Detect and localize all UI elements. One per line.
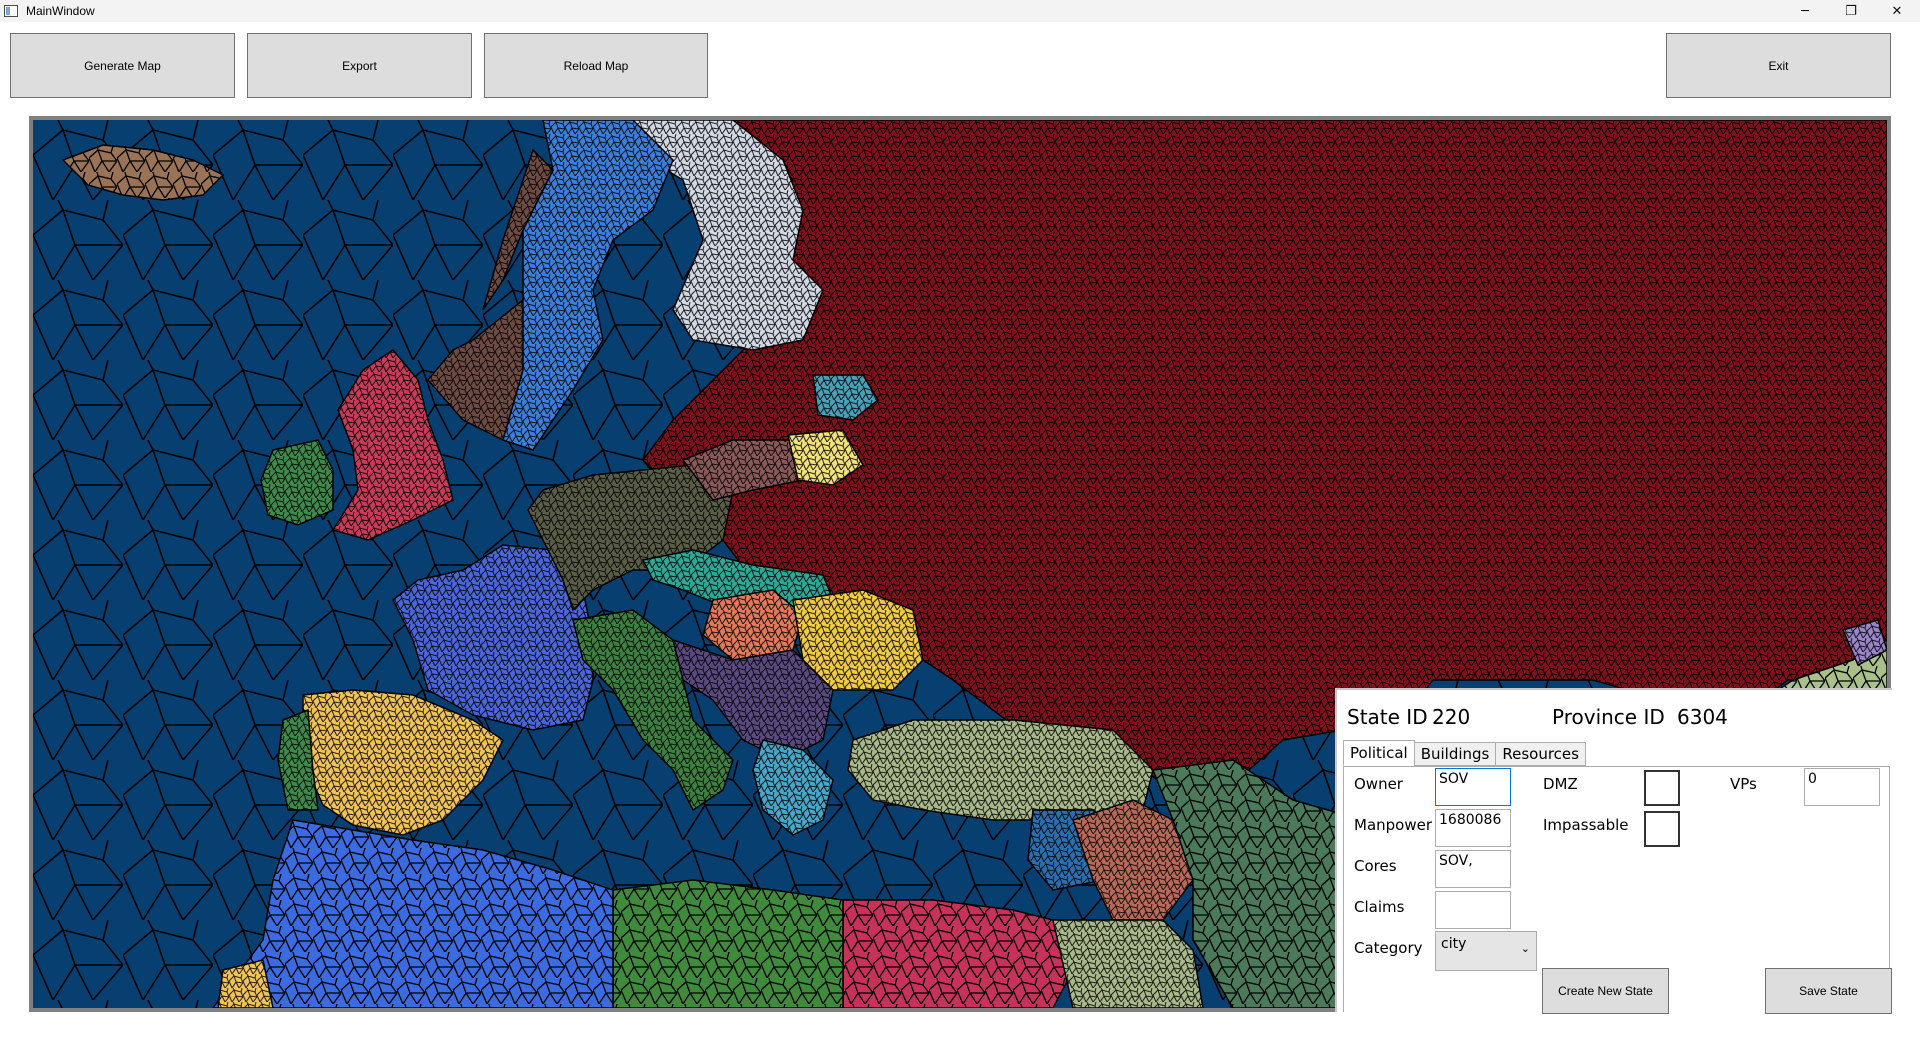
category-label: Category (1354, 939, 1423, 957)
state-id-label: State ID (1347, 705, 1428, 729)
dmz-checkbox[interactable] (1644, 770, 1680, 806)
province-id-value: 6304 (1677, 705, 1728, 729)
app-icon (4, 5, 18, 17)
category-selected-value: city (1441, 936, 1467, 952)
window-controls: ─ ❐ ✕ (1782, 0, 1920, 22)
owner-label: Owner (1354, 775, 1403, 793)
impassable-label: Impassable (1543, 816, 1629, 834)
region-arabia[interactable] (842, 899, 1074, 1008)
impassable-checkbox[interactable] (1644, 811, 1680, 847)
manpower-input[interactable]: 1680086 (1435, 809, 1511, 847)
claims-input[interactable] (1435, 891, 1511, 929)
restore-icon[interactable]: ❐ (1828, 0, 1874, 22)
region-egypt-libya[interactable] (612, 879, 844, 1008)
close-icon[interactable]: ✕ (1874, 0, 1920, 22)
cores-label: Cores (1354, 857, 1397, 875)
state-id-value: 220 (1432, 705, 1471, 729)
minimize-icon[interactable]: ─ (1782, 0, 1828, 22)
state-properties-panel: State ID 220 Province ID 6304 Political … (1335, 688, 1892, 1014)
province-id-label: Province ID (1552, 705, 1665, 729)
claims-label: Claims (1354, 898, 1405, 916)
save-state-button[interactable]: Save State (1765, 968, 1892, 1014)
title-bar: MainWindow ─ ❐ ✕ (0, 0, 1920, 22)
tab-political[interactable]: Political (1343, 740, 1415, 766)
window-title: MainWindow (26, 4, 95, 18)
tab-resources[interactable]: Resources (1495, 742, 1586, 766)
tab-buildings[interactable]: Buildings (1413, 742, 1497, 766)
exit-button[interactable]: Exit (1666, 33, 1891, 98)
vps-input[interactable]: 0 (1804, 768, 1880, 806)
manpower-label: Manpower (1354, 816, 1433, 834)
vps-label: VPs (1730, 775, 1757, 793)
generate-map-button[interactable]: Generate Map (10, 33, 235, 98)
export-button[interactable]: Export (247, 33, 472, 98)
panel-tabs: Political Buildings Resources (1343, 740, 1586, 766)
cores-input[interactable]: SOV, (1435, 850, 1511, 888)
dmz-label: DMZ (1543, 775, 1578, 793)
chevron-down-icon: ⌄ (1520, 942, 1530, 955)
reload-map-button[interactable]: Reload Map (484, 33, 708, 98)
category-select[interactable]: city ⌄ (1435, 931, 1537, 971)
owner-input[interactable]: SOV (1435, 768, 1511, 806)
create-new-state-button[interactable]: Create New State (1542, 968, 1669, 1014)
region-ireland[interactable] (260, 439, 334, 526)
